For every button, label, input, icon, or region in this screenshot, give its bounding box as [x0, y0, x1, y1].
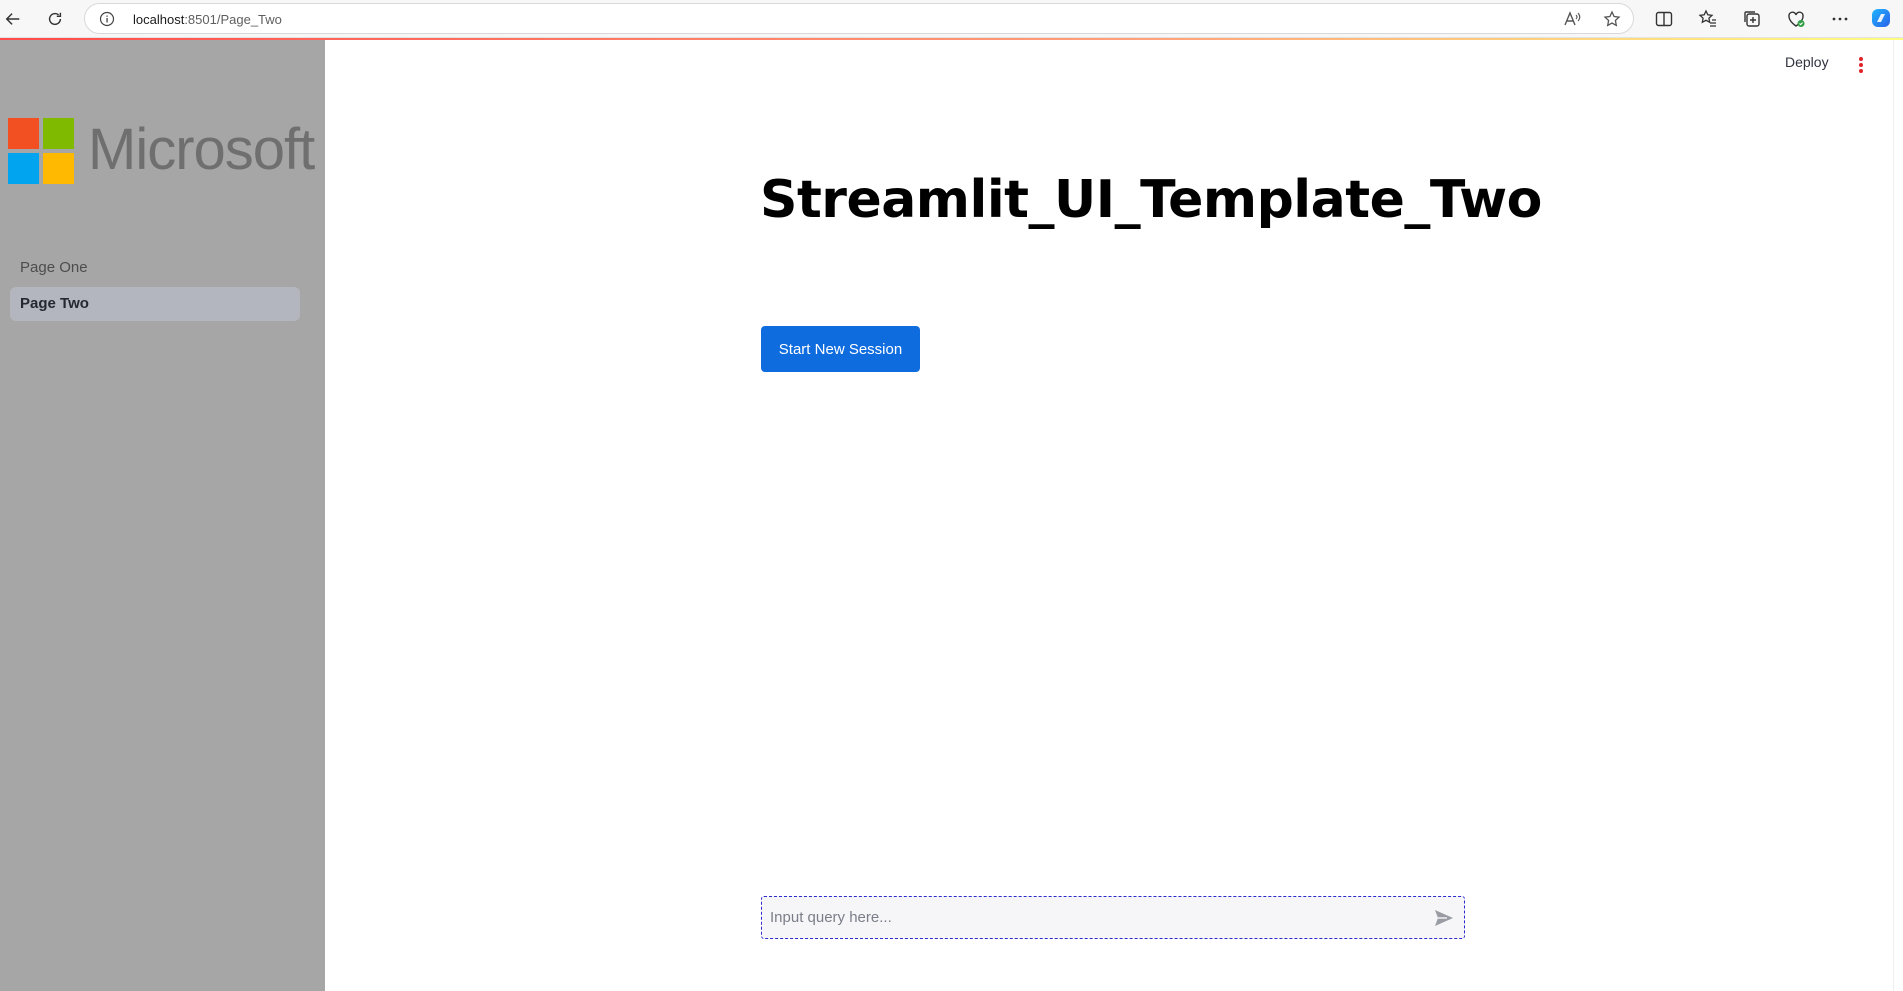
- logo-text: Microsoft: [88, 117, 315, 182]
- back-icon[interactable]: [0, 6, 26, 32]
- more-icon[interactable]: [1830, 9, 1850, 29]
- collections-icon[interactable]: [1742, 9, 1762, 29]
- logo-square-yellow: [43, 153, 74, 184]
- refresh-icon[interactable]: [42, 6, 68, 32]
- info-icon[interactable]: [99, 11, 115, 27]
- browser-toolbar: localhost:8501/Page_Two: [0, 0, 1903, 38]
- sidebar-item-page-one[interactable]: Page One: [10, 251, 300, 285]
- logo-square-green: [43, 118, 74, 149]
- address-bar[interactable]: localhost:8501/Page_Two: [84, 3, 1634, 34]
- logo-square-blue: [8, 153, 39, 184]
- url-text[interactable]: localhost:8501/Page_Two: [133, 12, 282, 27]
- microsoft-logo-icon: [8, 118, 74, 184]
- browser-essentials-icon[interactable]: [1786, 9, 1806, 29]
- deploy-button[interactable]: Deploy: [1785, 54, 1829, 70]
- start-new-session-button[interactable]: Start New Session: [761, 326, 920, 372]
- logo-square-red: [8, 118, 39, 149]
- read-aloud-icon[interactable]: [1563, 10, 1581, 28]
- scrollbar[interactable]: [1893, 40, 1903, 991]
- copilot-icon[interactable]: [1870, 7, 1892, 29]
- url-path: :8501/Page_Two: [184, 12, 282, 27]
- main-content: Deploy Streamlit_UI_Template_Two Start N…: [325, 40, 1903, 991]
- sidebar: Microsoft Page One Page Two: [0, 40, 325, 991]
- chat-input[interactable]: [770, 897, 1410, 938]
- sidebar-item-page-two[interactable]: Page Two: [10, 287, 300, 321]
- favorite-star-icon[interactable]: [1603, 10, 1621, 28]
- split-screen-icon[interactable]: [1654, 9, 1674, 29]
- send-icon[interactable]: [1433, 908, 1455, 928]
- kebab-menu-icon[interactable]: [1858, 57, 1864, 75]
- sidebar-nav: Page One Page Two: [10, 251, 300, 323]
- url-host: localhost: [133, 12, 185, 27]
- chat-input-container: [761, 896, 1465, 939]
- page-title: Streamlit_UI_Template_Two: [760, 170, 1542, 230]
- favorites-icon[interactable]: [1698, 9, 1718, 29]
